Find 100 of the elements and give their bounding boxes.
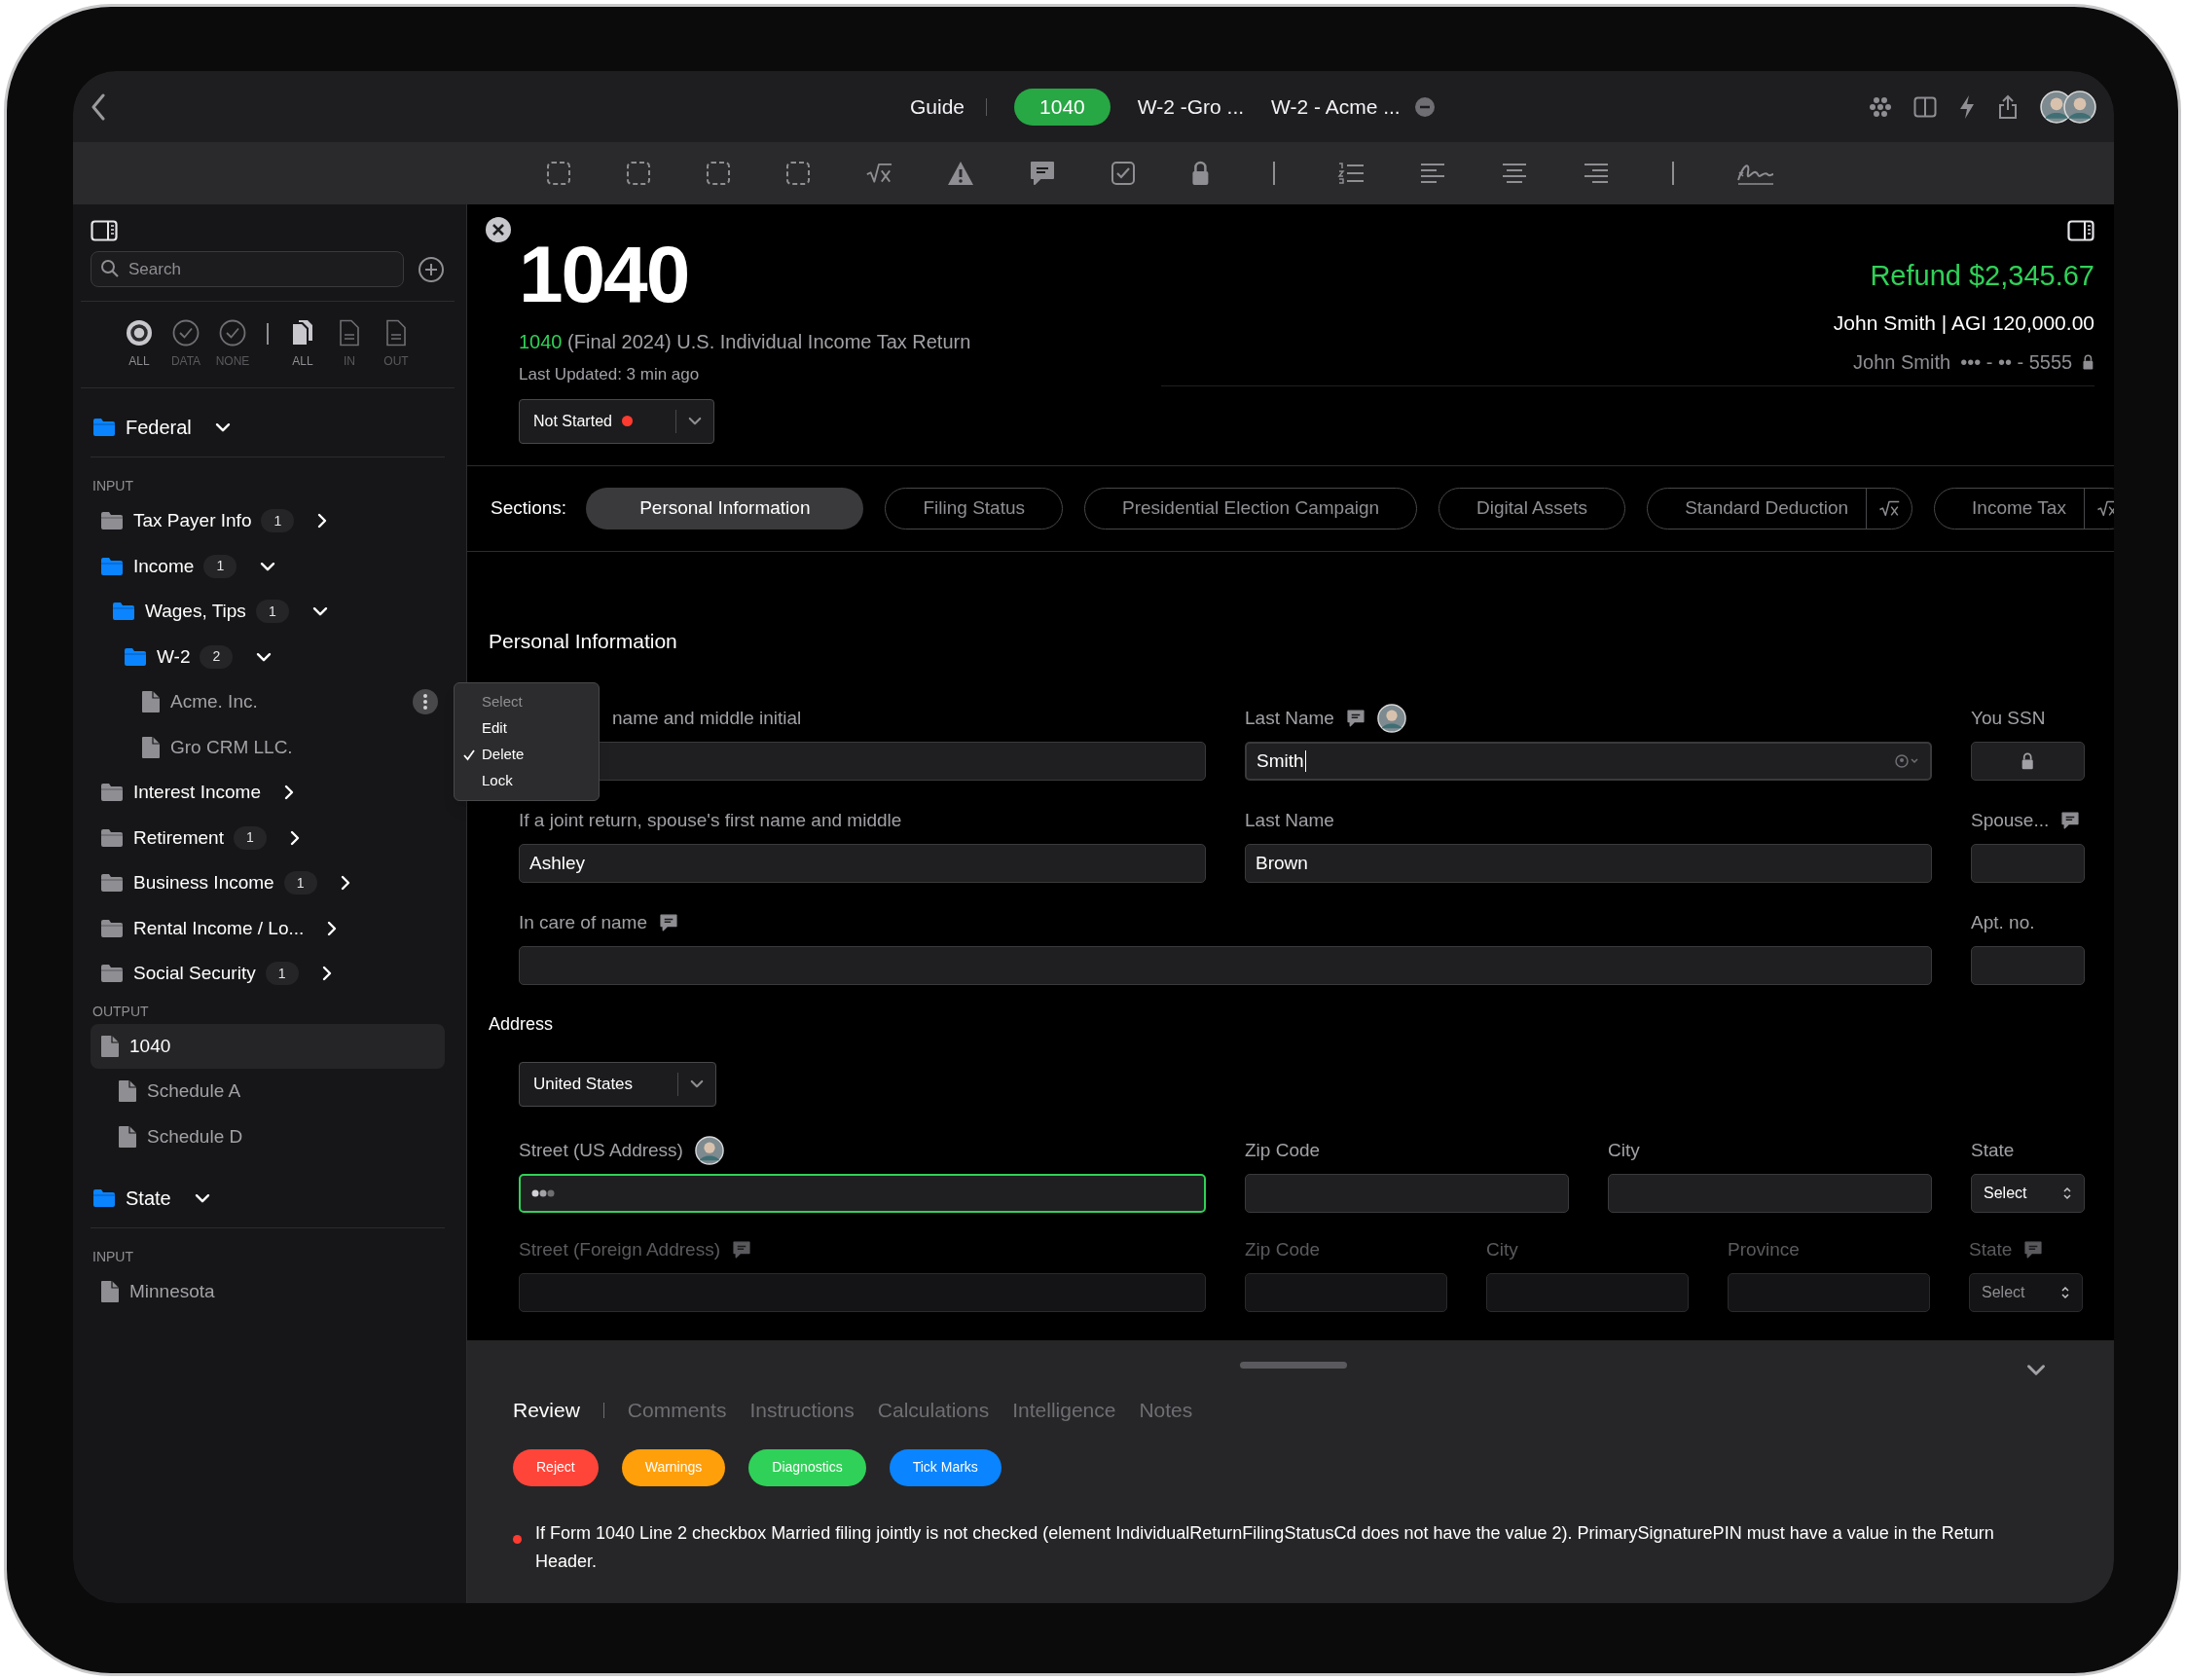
menu-item[interactable]: Lock — [455, 768, 599, 794]
folder-item[interactable]: Interest Income — [91, 770, 445, 816]
drag-handle[interactable] — [1240, 1362, 1347, 1369]
comment-icon[interactable] — [1345, 709, 1366, 728]
lightning-icon[interactable] — [1958, 93, 1976, 120]
group-header[interactable]: State — [91, 1169, 445, 1227]
user-menu-icon[interactable] — [1895, 754, 1920, 768]
file-item[interactable]: Gro CRM LLC. — [91, 724, 445, 770]
chevron-right-icon[interactable] — [321, 966, 332, 982]
file-item[interactable]: Schedule A — [91, 1069, 445, 1114]
selection-icon[interactable] — [626, 161, 651, 186]
group-header[interactable]: Federal — [91, 398, 445, 457]
align-center-icon[interactable] — [1500, 162, 1528, 185]
field-label: Street (Foreign Address) — [519, 1237, 720, 1261]
align-left-icon[interactable] — [1418, 162, 1446, 185]
folder-icon — [100, 918, 124, 938]
folder-item[interactable]: Business Income 1 — [91, 860, 445, 906]
document-tab[interactable]: Guide — [910, 91, 965, 123]
check-circle-icon — [172, 319, 200, 347]
warning-icon[interactable] — [947, 161, 974, 186]
avatar-icon — [2063, 90, 2096, 124]
chevron-right-icon[interactable] — [317, 513, 328, 530]
document-outline-icon — [339, 319, 360, 347]
field-label: You SSN — [1971, 706, 2046, 730]
text-field[interactable] — [519, 1174, 1206, 1213]
panel-toggle-icon[interactable] — [2067, 220, 2094, 241]
refund-amount: Refund $2,345.67 — [1870, 259, 2094, 293]
folder-item[interactable]: Rental Income / Lo... — [91, 905, 445, 951]
folder-item[interactable]: Tax Payer Info 1 — [91, 498, 445, 544]
menu-item[interactable]: Edit — [455, 715, 599, 742]
document-icon — [118, 1079, 137, 1104]
search-field[interactable]: Search — [91, 251, 404, 287]
file-item[interactable]: Acme. Inc. — [91, 679, 445, 725]
selection-icon[interactable] — [706, 161, 731, 186]
document-tab[interactable]: W-2 - Acme ... — [1271, 91, 1436, 123]
text-field[interactable] — [1245, 1273, 1447, 1312]
numbered-list-icon[interactable] — [1336, 162, 1365, 185]
comment-icon[interactable] — [2060, 811, 2081, 830]
folder-icon — [92, 1188, 116, 1208]
file-item[interactable]: Minnesota — [91, 1269, 445, 1315]
section-tab[interactable]: Personal Information — [586, 488, 864, 530]
back-icon[interactable] — [91, 92, 106, 121]
text-field[interactable]: Ashley — [519, 844, 1206, 883]
field-label: Last Name — [1245, 706, 1334, 730]
file-item[interactable]: 1040 — [91, 1023, 445, 1069]
text-field[interactable]: Smith — [1245, 742, 1932, 781]
formula-icon[interactable] — [1878, 499, 1901, 518]
text-field[interactable] — [519, 1273, 1206, 1312]
chevron-right-icon[interactable] — [283, 785, 294, 801]
sidebar-toggle-icon[interactable] — [91, 220, 118, 241]
more-icon[interactable] — [412, 688, 439, 716]
folder-item[interactable]: Retirement 1 — [91, 815, 445, 860]
filter-toggle[interactable]: ALL — [123, 319, 156, 370]
filter-toggle[interactable]: ALL — [286, 319, 319, 370]
panel-tab[interactable]: Review — [513, 1395, 580, 1426]
chevron-right-icon[interactable] — [289, 829, 300, 846]
text-field[interactable] — [1486, 1273, 1689, 1312]
align-right-icon[interactable] — [1582, 162, 1610, 185]
selection-icon[interactable] — [546, 161, 571, 186]
document-tab[interactable]: W-2 -Gro ... — [1137, 91, 1245, 123]
field-label: State — [1971, 1138, 2015, 1162]
status-dropdown[interactable]: Not Started — [519, 398, 714, 444]
folder-item[interactable]: Income 1 — [91, 543, 445, 589]
taxpayer-summary: John Smith | AGI 120,000.00 — [1833, 310, 2094, 336]
split-view-icon[interactable] — [1913, 95, 1937, 118]
checkbox-icon[interactable] — [1111, 161, 1136, 186]
text-field[interactable] — [1245, 1174, 1569, 1213]
text-field[interactable] — [1971, 844, 2085, 883]
field-label: Zip Code — [1245, 1237, 1321, 1261]
filter-button[interactable]: Tick Marks — [889, 1448, 1001, 1486]
text-field[interactable] — [1728, 1273, 1930, 1312]
collapse-icon[interactable] — [2026, 1364, 2046, 1376]
chevron-right-icon[interactable] — [327, 920, 338, 936]
field-label: In care of name — [519, 910, 648, 934]
select-field[interactable]: Select — [1971, 1174, 2085, 1213]
folder-item[interactable]: W-2 2 — [91, 634, 445, 679]
share-icon[interactable] — [1997, 93, 2019, 120]
comment-icon[interactable] — [659, 913, 679, 932]
field-label: Zip Code — [1245, 1138, 1321, 1162]
text-field[interactable]: Brown — [1245, 844, 1932, 883]
chevron-right-icon[interactable] — [340, 875, 350, 892]
clover-icon[interactable] — [1869, 94, 1892, 119]
up-down-icon — [2060, 1285, 2070, 1300]
comment-icon[interactable] — [1029, 160, 1056, 187]
text-field[interactable] — [1608, 1174, 1932, 1213]
menu-item[interactable]: Delete — [455, 742, 599, 768]
text-field[interactable] — [519, 946, 1932, 985]
formula-icon[interactable] — [865, 162, 892, 185]
folder-item[interactable]: Wages, Tips 1 — [91, 589, 445, 635]
file-item[interactable]: Schedule D — [91, 1114, 445, 1159]
text-field[interactable] — [1971, 946, 2085, 985]
lock-icon — [2021, 752, 2035, 770]
form-title: 1040 — [519, 232, 690, 317]
ssn-field[interactable] — [1971, 742, 2085, 781]
document-icon — [118, 1124, 137, 1149]
folder-item[interactable]: Social Security 1 — [91, 951, 445, 997]
formula-icon[interactable] — [2095, 499, 2114, 518]
add-icon[interactable] — [418, 255, 445, 283]
selection-icon[interactable] — [785, 161, 811, 186]
country-dropdown[interactable]: United States — [519, 1062, 716, 1107]
